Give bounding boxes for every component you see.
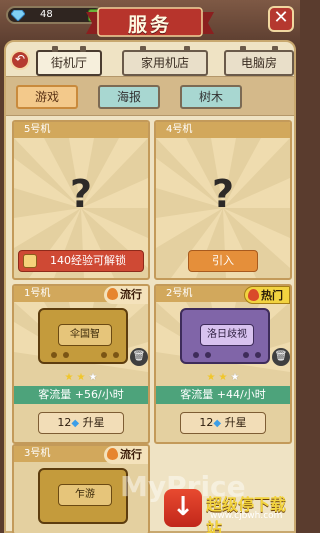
tab-bar: 街机厅 家用机店 电脑房 xyxy=(34,46,298,76)
star-rating: ★ ★ ★ xyxy=(156,372,290,383)
lock-icon xyxy=(23,254,37,268)
machine-card-4: 4号机 ? 引入 xyxy=(154,120,292,280)
gem-value: 48 xyxy=(40,9,53,20)
flame-icon xyxy=(107,448,118,460)
machine-name: 乍游 xyxy=(58,484,112,506)
subtab-posters[interactable]: 海报 xyxy=(98,85,160,109)
hot-tag: 热门 xyxy=(244,286,290,304)
tab-label: 家用机店 xyxy=(140,56,189,70)
flame-icon xyxy=(107,288,118,300)
arcade-machine-image: 乍游 xyxy=(38,468,128,524)
machine-card-2: 2号机 热门 洛日歧视 🗑 ★ ★ ★ 客流量 +44/小时 12◆ 升星 xyxy=(154,284,292,444)
unlock-label: 140经验可解锁 xyxy=(50,254,126,267)
upgrade-label: 升星 xyxy=(82,416,105,429)
unlock-button[interactable]: 140经验可解锁 xyxy=(18,250,144,272)
close-button[interactable]: ✕ xyxy=(268,6,294,32)
arcade-machine-image: 伞国智 xyxy=(38,308,128,364)
subtab-trees[interactable]: 树木 xyxy=(180,85,242,109)
unknown-machine: ? xyxy=(211,172,235,216)
back-button[interactable]: ↶ xyxy=(10,50,30,70)
tab-label: 电脑房 xyxy=(240,56,277,70)
machine-card-5: 5号机 ? 140经验可解锁 xyxy=(12,120,150,280)
machine-number: 4号机 xyxy=(156,122,290,138)
upgrade-label: 升星 xyxy=(224,416,247,429)
upgrade-cost: 12 xyxy=(199,416,214,429)
machine-buttons xyxy=(193,352,261,358)
arcade-machine-image: 洛日歧视 xyxy=(180,308,270,364)
main-panel: ↶ 街机厅 家用机店 电脑房 游戏 海报 树木 5号机 ? 140经验可解锁 4… xyxy=(4,40,296,533)
popular-tag: 流行 xyxy=(104,286,148,304)
star-icon: ★ xyxy=(230,372,240,383)
logo-site: www.cjbwh.com xyxy=(210,511,283,521)
introduce-button[interactable]: 引入 xyxy=(188,250,258,272)
machine-buttons xyxy=(51,352,119,358)
customer-flow: 客流量 +56/小时 xyxy=(14,386,148,404)
subtab-bar: 游戏 海报 树木 xyxy=(6,76,294,116)
flame-icon xyxy=(248,289,259,301)
star-icon: ★ xyxy=(218,372,228,383)
machine-name: 伞国智 xyxy=(58,324,112,346)
popular-tag: 流行 xyxy=(104,446,148,464)
machine-number: 5号机 xyxy=(14,122,148,138)
star-icon: ★ xyxy=(88,372,98,383)
customer-flow: 客流量 +44/小时 xyxy=(156,386,290,404)
machine-card-1: 1号机 流行 伞国智 🗑 ★ ★ ★ 客流量 +56/小时 12◆ 升星 xyxy=(12,284,150,444)
star-rating: ★ ★ ★ xyxy=(14,372,148,383)
tag-label: 流行 xyxy=(120,288,142,301)
tab-computer-room[interactable]: 电脑房 xyxy=(224,46,294,76)
title-banner: 服务 xyxy=(86,6,214,40)
star-icon: ★ xyxy=(64,372,74,383)
upgrade-button[interactable]: 12◆ 升星 xyxy=(180,412,266,434)
tag-label: 热门 xyxy=(261,289,283,302)
page-title: 服务 xyxy=(127,14,172,36)
upgrade-button[interactable]: 12◆ 升星 xyxy=(38,412,124,434)
machine-name: 洛日歧视 xyxy=(200,324,254,346)
site-logo: ↓ 超级停下载站 www.cjbwh.com xyxy=(164,489,294,533)
subtab-games[interactable]: 游戏 xyxy=(16,85,78,109)
unknown-machine: ? xyxy=(69,172,93,216)
upgrade-cost: 12 xyxy=(57,416,72,429)
tab-label: 街机厅 xyxy=(50,56,87,70)
diamond-icon: ◆ xyxy=(71,418,80,429)
star-icon: ★ xyxy=(206,372,216,383)
trash-icon[interactable]: 🗑 xyxy=(130,348,148,366)
star-icon: ★ xyxy=(76,372,86,383)
download-logo-icon: ↓ xyxy=(164,489,202,527)
tag-label: 流行 xyxy=(120,448,142,461)
trash-icon[interactable]: 🗑 xyxy=(272,348,290,366)
diamond-icon xyxy=(11,10,25,21)
diamond-icon: ◆ xyxy=(213,418,222,429)
tab-arcade[interactable]: 街机厅 xyxy=(36,46,102,76)
tab-home-console-store[interactable]: 家用机店 xyxy=(122,46,208,76)
